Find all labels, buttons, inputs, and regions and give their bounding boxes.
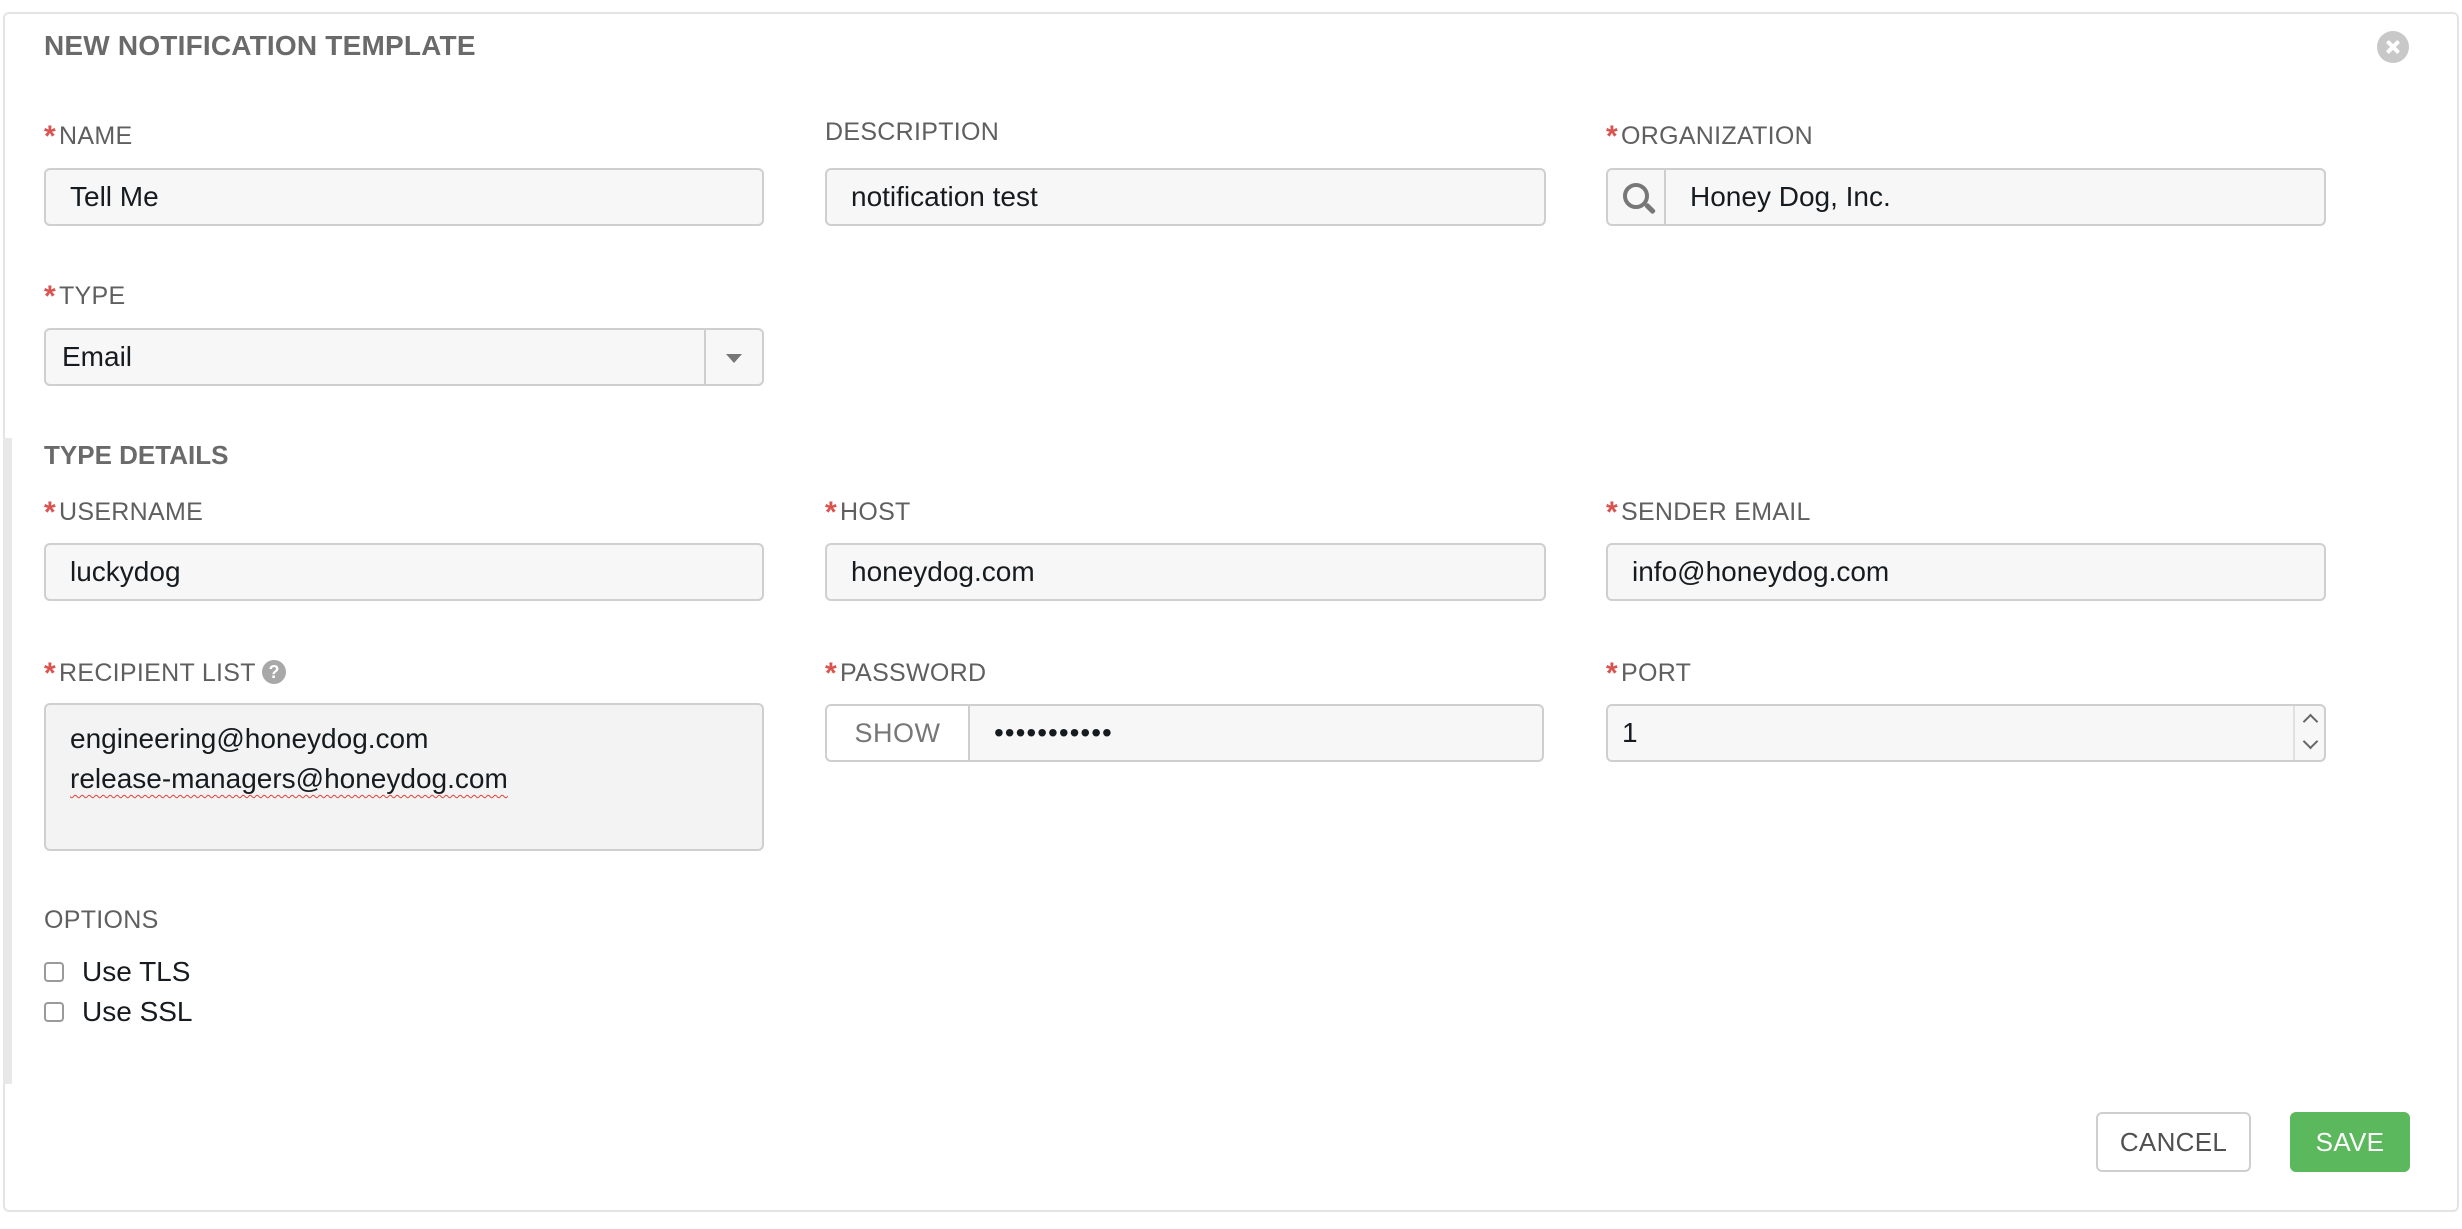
description-input[interactable]: notification test: [825, 168, 1546, 226]
use-ssl-option[interactable]: Use SSL: [44, 996, 193, 1028]
show-password-button[interactable]: SHOW: [825, 704, 970, 762]
name-input[interactable]: Tell Me: [44, 168, 764, 226]
required-marker: *: [1606, 120, 1618, 153]
required-marker: *: [44, 120, 56, 153]
type-details-heading: TYPE DETAILS: [44, 440, 229, 470]
username-input[interactable]: luckydog: [44, 543, 764, 601]
recipient-line: engineering@honeydog.com: [70, 723, 429, 754]
type-select-value: Email: [62, 341, 133, 372]
password-label: * PASSWORD: [825, 657, 987, 690]
use-tls-label: Use TLS: [82, 956, 191, 987]
password-input[interactable]: •••••••••••: [968, 704, 1544, 762]
recipient-list-textarea[interactable]: engineering@honeydog.com release-manager…: [44, 703, 764, 851]
required-marker: *: [44, 280, 56, 313]
description-label: DESCRIPTION: [825, 118, 1000, 146]
save-button[interactable]: SAVE: [2290, 1112, 2410, 1172]
type-label: * TYPE: [44, 280, 126, 313]
username-label: * USERNAME: [44, 496, 204, 529]
chevron-down-icon[interactable]: [2301, 733, 2317, 757]
organization-input[interactable]: Honey Dog, Inc.: [1664, 168, 2326, 226]
required-marker: *: [44, 657, 56, 690]
chevron-up-icon[interactable]: [2301, 708, 2317, 732]
required-marker: *: [1606, 496, 1618, 529]
required-marker: *: [1606, 657, 1618, 690]
use-ssl-label: Use SSL: [82, 996, 193, 1027]
organization-lookup-button[interactable]: [1606, 168, 1666, 226]
required-marker: *: [825, 496, 837, 529]
recipient-list-label: * RECIPIENT LIST: [44, 657, 256, 690]
host-label: * HOST: [825, 496, 911, 529]
recipient-line: release-managers@honeydog.com: [70, 763, 508, 794]
options-label: OPTIONS: [44, 906, 159, 934]
organization-label: * ORGANIZATION: [1606, 120, 1814, 153]
page-title: NEW NOTIFICATION TEMPLATE: [44, 30, 476, 61]
use-tls-option[interactable]: Use TLS: [44, 956, 190, 988]
port-input[interactable]: 1: [1606, 704, 2326, 762]
cancel-button[interactable]: CANCEL: [2096, 1112, 2251, 1172]
caret-down-icon: [726, 354, 742, 363]
type-details-stripe: [3, 438, 12, 1084]
question-circle-icon[interactable]: ?: [262, 660, 286, 684]
use-ssl-checkbox[interactable]: [44, 1002, 64, 1022]
required-marker: *: [825, 657, 837, 690]
required-marker: *: [44, 496, 56, 529]
name-label: * NAME: [44, 120, 133, 153]
type-select[interactable]: Email: [44, 328, 764, 386]
host-input[interactable]: honeydog.com: [825, 543, 1546, 601]
sender-email-input[interactable]: info@honeydog.com: [1606, 543, 2326, 601]
port-label: * PORT: [1606, 657, 1692, 690]
close-icon[interactable]: [2377, 31, 2409, 63]
use-tls-checkbox[interactable]: [44, 962, 64, 982]
sender-email-label: * SENDER EMAIL: [1606, 496, 1811, 529]
port-stepper[interactable]: [2293, 706, 2325, 760]
